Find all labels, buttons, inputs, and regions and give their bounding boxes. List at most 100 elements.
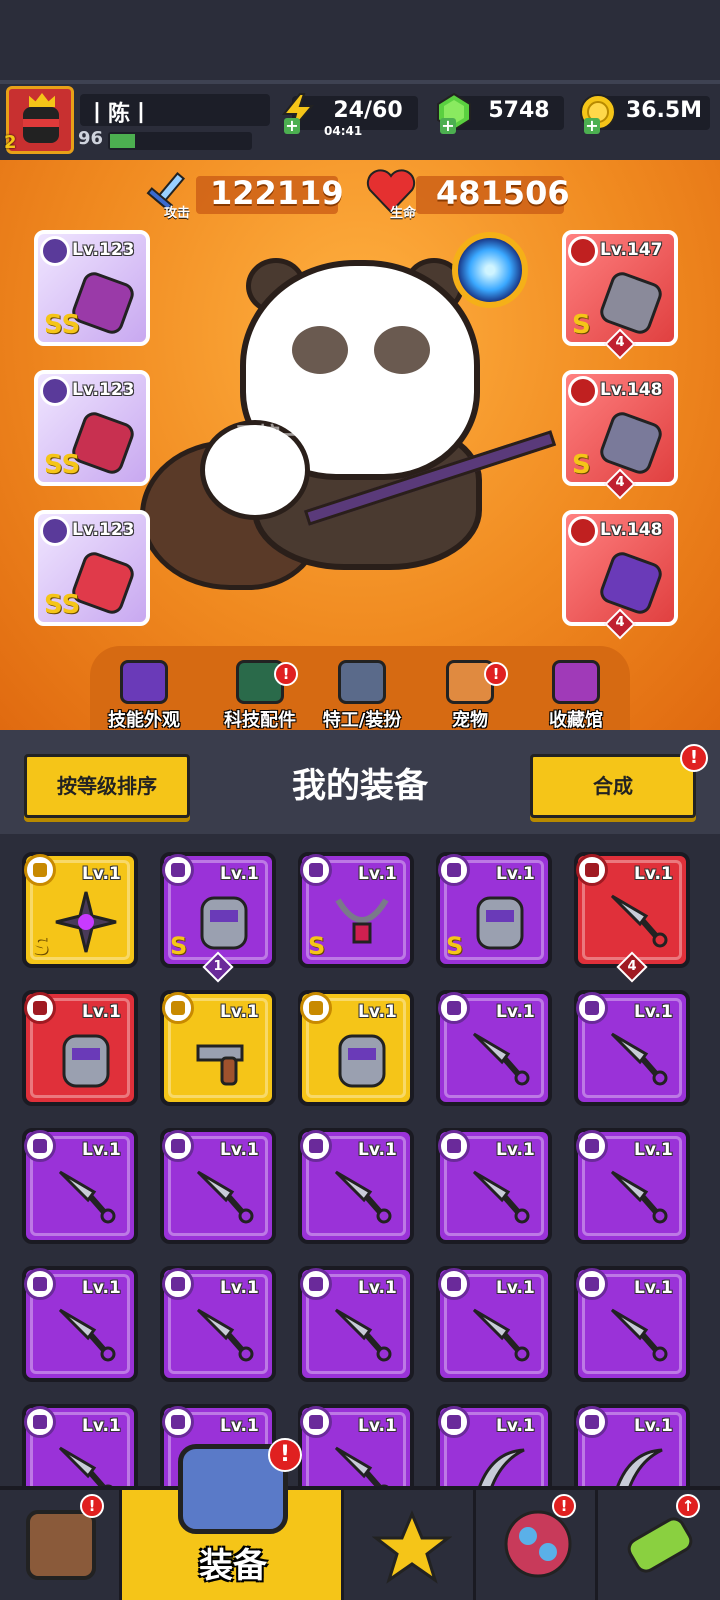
add-energy-button[interactable]: +: [284, 118, 300, 134]
inventory-item[interactable]: Lv.1: [298, 1128, 414, 1244]
item-type-icon: [24, 1406, 56, 1438]
item-rank: S: [446, 932, 464, 960]
equipped-slot-left-1[interactable]: Lv.123 SS: [34, 230, 150, 346]
item-level: Lv.1: [220, 1140, 259, 1160]
kunai-icon: [54, 1304, 118, 1368]
menu-label: 特工/装扮: [322, 710, 402, 731]
slot-type-icon: [568, 236, 598, 266]
slot-level: Lv.148: [600, 380, 663, 400]
item-level: Lv.1: [82, 1002, 121, 1022]
merge-button[interactable]: 合成: [530, 754, 696, 818]
item-type-icon: [24, 1130, 56, 1162]
slot-level: Lv.123: [72, 240, 135, 260]
belt-icon: [596, 408, 666, 478]
item-type-icon: [576, 992, 608, 1024]
inventory-item[interactable]: Lv.1: [160, 990, 276, 1106]
energy-value: 24/60: [333, 98, 403, 123]
hat-icon: [120, 660, 168, 704]
inventory-item[interactable]: Lv.1: [22, 1266, 138, 1382]
inventory-item[interactable]: Lv.1: [160, 1266, 276, 1382]
add-gems-button[interactable]: +: [440, 118, 456, 134]
item-count: 1: [213, 959, 223, 974]
item-type-icon: [576, 854, 608, 886]
kunai-icon: [330, 1304, 394, 1368]
staff-orb: [452, 232, 528, 308]
inventory-item[interactable]: Lv.1 S: [22, 852, 138, 968]
glove-icon: [54, 1028, 118, 1092]
armor-icon: [468, 890, 532, 954]
item-level: Lv.1: [634, 1278, 673, 1298]
lab-upgrade-badge: ↑: [676, 1494, 700, 1518]
slot-rank: S: [572, 310, 591, 340]
star-count: 4: [615, 335, 625, 350]
inventory-item[interactable]: Lv.1: [436, 1266, 552, 1382]
xp-bar: [108, 132, 252, 150]
inventory-item[interactable]: Lv.1: [436, 1128, 552, 1244]
inventory-item[interactable]: Lv.1: [22, 1128, 138, 1244]
item-type-icon: [300, 1406, 332, 1438]
coin-value: 36.5M: [625, 98, 703, 123]
equipped-slot-left-3[interactable]: Lv.123 SS: [34, 510, 150, 626]
headband-icon: [23, 119, 59, 127]
item-rank: S: [170, 932, 188, 960]
slot-level: Lv.123: [72, 520, 135, 540]
kunai-icon: [192, 1166, 256, 1230]
item-level: Lv.1: [82, 864, 121, 884]
inventory-item[interactable]: Lv.1: [298, 1266, 414, 1382]
hp-value: 481506: [436, 174, 570, 212]
shop-alert-badge: !: [80, 1494, 104, 1518]
equipment-alert-badge: !: [268, 1438, 302, 1472]
revolver-icon: [192, 1028, 256, 1092]
star-count: 4: [615, 615, 625, 630]
item-level: Lv.1: [358, 1278, 397, 1298]
kunai-icon: [606, 1028, 670, 1092]
item-level: Lv.1: [358, 1002, 397, 1022]
add-coins-button[interactable]: +: [584, 118, 600, 134]
chest-icon: [552, 660, 600, 704]
slot-rank: SS: [44, 590, 81, 620]
item-level: Lv.1: [634, 864, 673, 884]
slot-level: Lv.123: [72, 380, 135, 400]
menu-agent[interactable]: 特工/装扮: [312, 660, 412, 732]
item-level: Lv.1: [496, 864, 535, 884]
item-type-icon: [438, 1268, 470, 1300]
planet-alert-badge: !: [552, 1494, 576, 1518]
shop-icon: [26, 1510, 96, 1580]
inventory-item[interactable]: Lv.1: [574, 1128, 690, 1244]
inventory-item[interactable]: Lv.1: [298, 990, 414, 1106]
kunai-icon: [606, 1304, 670, 1368]
inventory-item[interactable]: Lv.1: [574, 1266, 690, 1382]
item-type-icon: [24, 854, 56, 886]
item-level: Lv.1: [634, 1416, 673, 1436]
item-type-icon: [24, 992, 56, 1024]
menu-alert-badge: !: [274, 662, 298, 686]
inventory-item[interactable]: Lv.1: [160, 1128, 276, 1244]
slot-type-icon: [568, 376, 598, 406]
gauntlet-icon: [192, 890, 256, 954]
glove-icon: [330, 1028, 394, 1092]
item-level: Lv.1: [496, 1416, 535, 1436]
item-rank: S: [32, 932, 50, 960]
item-level: Lv.1: [496, 1278, 535, 1298]
battle-star-icon: [372, 1510, 452, 1584]
status-bar-area: [0, 0, 720, 80]
xp-bar-fill: [110, 134, 136, 148]
item-level: Lv.1: [82, 1140, 121, 1160]
kunai-icon: [606, 1166, 670, 1230]
inventory-item[interactable]: Lv.1 S: [298, 852, 414, 968]
attack-value: 122119: [210, 174, 344, 212]
menu-hat[interactable]: 技能外观: [94, 660, 194, 732]
kunai-icon: [468, 1304, 532, 1368]
inventory-item[interactable]: Lv.1: [574, 990, 690, 1106]
item-type-icon: [576, 1406, 608, 1438]
item-level: Lv.1: [220, 864, 259, 884]
menu-chest[interactable]: 收藏馆: [526, 660, 626, 732]
item-rank: S: [308, 932, 326, 960]
menu-label: 技能外观: [108, 710, 180, 731]
inventory-item[interactable]: Lv.1: [436, 990, 552, 1106]
item-level: Lv.1: [82, 1278, 121, 1298]
equipped-slot-left-2[interactable]: Lv.123 SS: [34, 370, 150, 486]
inventory-item[interactable]: Lv.1 S: [436, 852, 552, 968]
inventory-item[interactable]: Lv.1: [22, 990, 138, 1106]
avatar-level: 2: [4, 132, 17, 153]
